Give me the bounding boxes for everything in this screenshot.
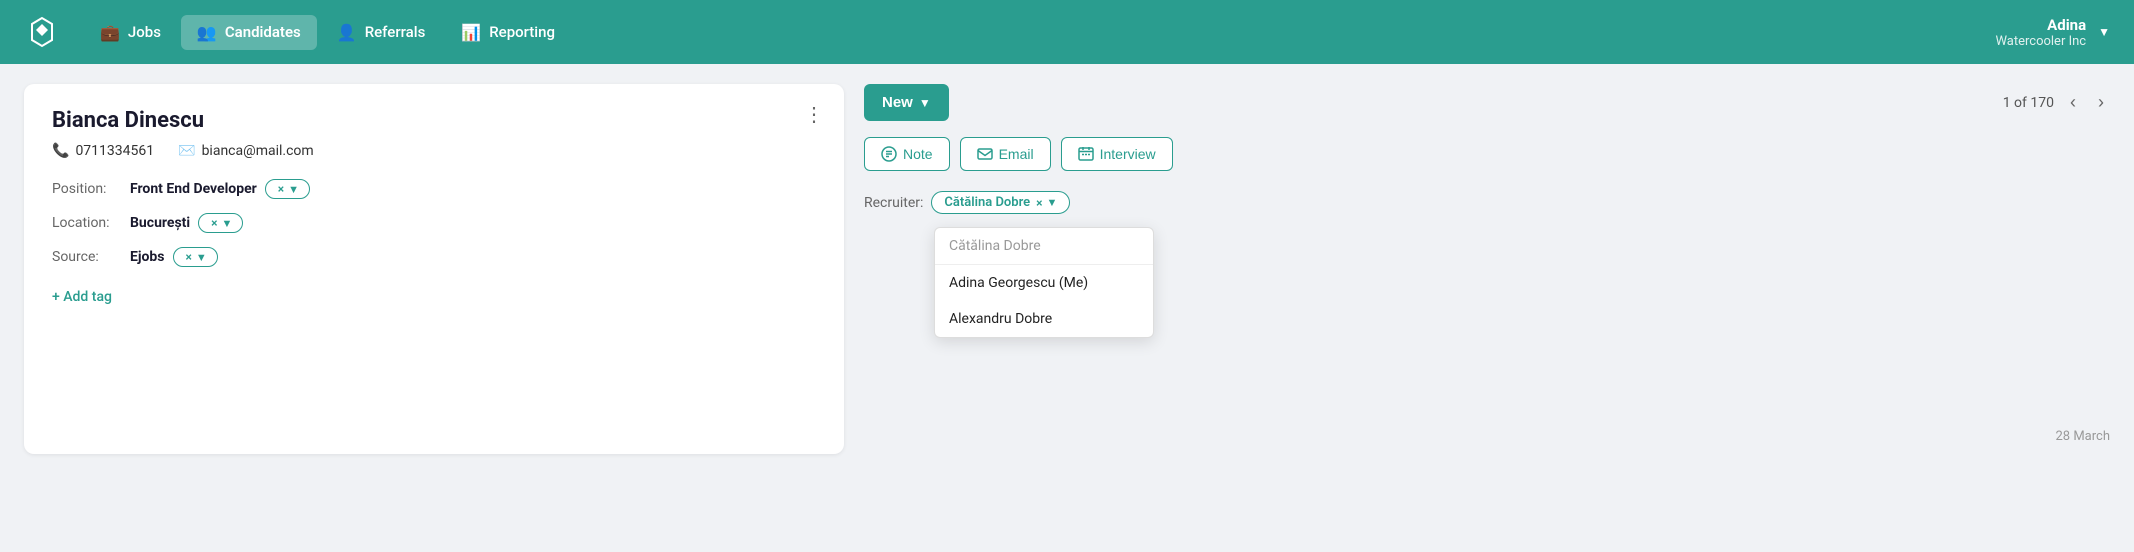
user-menu[interactable]: Adina Watercooler Inc: [1995, 16, 2086, 49]
user-chevron-icon: ▼: [2098, 25, 2110, 39]
dropdown-list: Adina Georgescu (Me) Alexandru Dobre: [935, 265, 1153, 337]
location-value: București: [130, 215, 190, 231]
right-panel: New ▼ 1 of 170 ‹ › Note: [864, 84, 2110, 454]
source-value: Ejobs: [130, 249, 165, 265]
candidate-card: ⋮ Bianca Dinescu 📞 0711334561 ✉️ bianca@…: [24, 84, 844, 454]
nav-candidates-label: Candidates: [225, 23, 301, 41]
nav-reporting-label: Reporting: [489, 23, 555, 41]
recruiter-dropdown: Cătălina Dobre Adina Georgescu (Me) Alex…: [934, 227, 1154, 338]
user-company: Watercooler Inc: [1995, 34, 2086, 49]
recruiter-chip[interactable]: Cătălina Dobre × ▼: [931, 191, 1070, 214]
interview-button-label: Interview: [1100, 146, 1156, 162]
recruiter-label: Recruiter:: [864, 195, 923, 211]
pagination-prev-button[interactable]: ‹: [2064, 90, 2082, 115]
candidate-name: Bianca Dinescu: [52, 108, 816, 133]
dropdown-item-adina[interactable]: Adina Georgescu (Me): [935, 265, 1153, 301]
recruiter-chip-arrow[interactable]: ▼: [1047, 196, 1058, 209]
position-value: Front End Developer: [130, 181, 257, 197]
referrals-icon: 👤: [337, 23, 357, 42]
email-value: bianca@mail.com: [202, 143, 314, 159]
recruiter-chip-x[interactable]: ×: [1036, 196, 1042, 210]
recruiter-row: Recruiter: Cătălina Dobre × ▼ Cătălina D…: [864, 191, 2110, 214]
nav-items: 💼 Jobs 👥 Candidates 👤 Referrals 📊 Report…: [84, 15, 1987, 50]
recruiter-search[interactable]: Cătălina Dobre: [935, 228, 1153, 265]
position-chip-x[interactable]: ×: [278, 182, 284, 196]
main-content: ⋮ Bianca Dinescu 📞 0711334561 ✉️ bianca@…: [0, 64, 2134, 474]
jobs-icon: 💼: [100, 23, 120, 42]
position-chip-arrow[interactable]: ▼: [288, 183, 299, 196]
interview-icon: [1078, 146, 1094, 162]
date-footer: 28 March: [2055, 429, 2110, 444]
location-chip-arrow[interactable]: ▼: [221, 217, 232, 230]
more-menu-button[interactable]: ⋮: [804, 104, 824, 124]
email-icon: ✉️: [178, 143, 195, 159]
position-label: Position:: [52, 181, 122, 197]
pagination-text: 1 of 170: [2003, 95, 2054, 111]
nav-item-referrals[interactable]: 👤 Referrals: [321, 15, 442, 50]
logo[interactable]: [24, 14, 60, 50]
note-icon: [881, 146, 897, 162]
location-chip-x[interactable]: ×: [211, 216, 217, 230]
location-chip[interactable]: × ▼: [198, 213, 243, 233]
interview-button[interactable]: Interview: [1061, 137, 1173, 171]
position-row: Position: Front End Developer × ▼: [52, 179, 816, 199]
contact-info: 📞 0711334561 ✉️ bianca@mail.com: [52, 143, 816, 159]
email-contact: ✉️ bianca@mail.com: [178, 143, 314, 159]
source-chip-x[interactable]: ×: [186, 250, 192, 264]
candidates-icon: 👥: [197, 23, 217, 42]
email-action-icon: [977, 146, 993, 162]
source-row: Source: Ejobs × ▼: [52, 247, 816, 267]
location-row: Location: București × ▼: [52, 213, 816, 233]
reporting-icon: 📊: [461, 23, 481, 42]
email-button[interactable]: Email: [960, 137, 1051, 171]
new-button-arrow-icon: ▼: [919, 96, 931, 110]
location-label: Location:: [52, 215, 122, 231]
pagination: 1 of 170 ‹ ›: [2003, 90, 2110, 115]
email-button-label: Email: [999, 146, 1034, 162]
nav-referrals-label: Referrals: [365, 23, 426, 41]
nav-item-candidates[interactable]: 👥 Candidates: [181, 15, 317, 50]
source-chip[interactable]: × ▼: [173, 247, 218, 267]
note-button-label: Note: [903, 146, 933, 162]
action-bar: New ▼ 1 of 170 ‹ ›: [864, 84, 2110, 121]
dropdown-item-alexandru[interactable]: Alexandru Dobre: [935, 301, 1153, 337]
nav-jobs-label: Jobs: [128, 23, 161, 41]
add-tag-button[interactable]: + Add tag: [52, 289, 112, 305]
recruiter-name: Cătălina Dobre: [944, 195, 1030, 210]
new-button[interactable]: New ▼: [864, 84, 949, 121]
note-button[interactable]: Note: [864, 137, 950, 171]
nav-item-jobs[interactable]: 💼 Jobs: [84, 15, 177, 50]
source-label: Source:: [52, 249, 122, 265]
pagination-next-button[interactable]: ›: [2092, 90, 2110, 115]
phone-value: 0711334561: [75, 143, 154, 159]
position-chip[interactable]: × ▼: [265, 179, 310, 199]
source-chip-arrow[interactable]: ▼: [196, 251, 207, 264]
new-button-label: New: [882, 94, 913, 111]
phone-icon: 📞: [52, 143, 69, 159]
user-name: Adina: [1995, 16, 2086, 34]
top-navbar: 💼 Jobs 👥 Candidates 👤 Referrals 📊 Report…: [0, 0, 2134, 64]
action-buttons-row: Note Email Interview: [864, 137, 2110, 171]
phone-contact: 📞 0711334561: [52, 143, 154, 159]
nav-item-reporting[interactable]: 📊 Reporting: [445, 15, 571, 50]
